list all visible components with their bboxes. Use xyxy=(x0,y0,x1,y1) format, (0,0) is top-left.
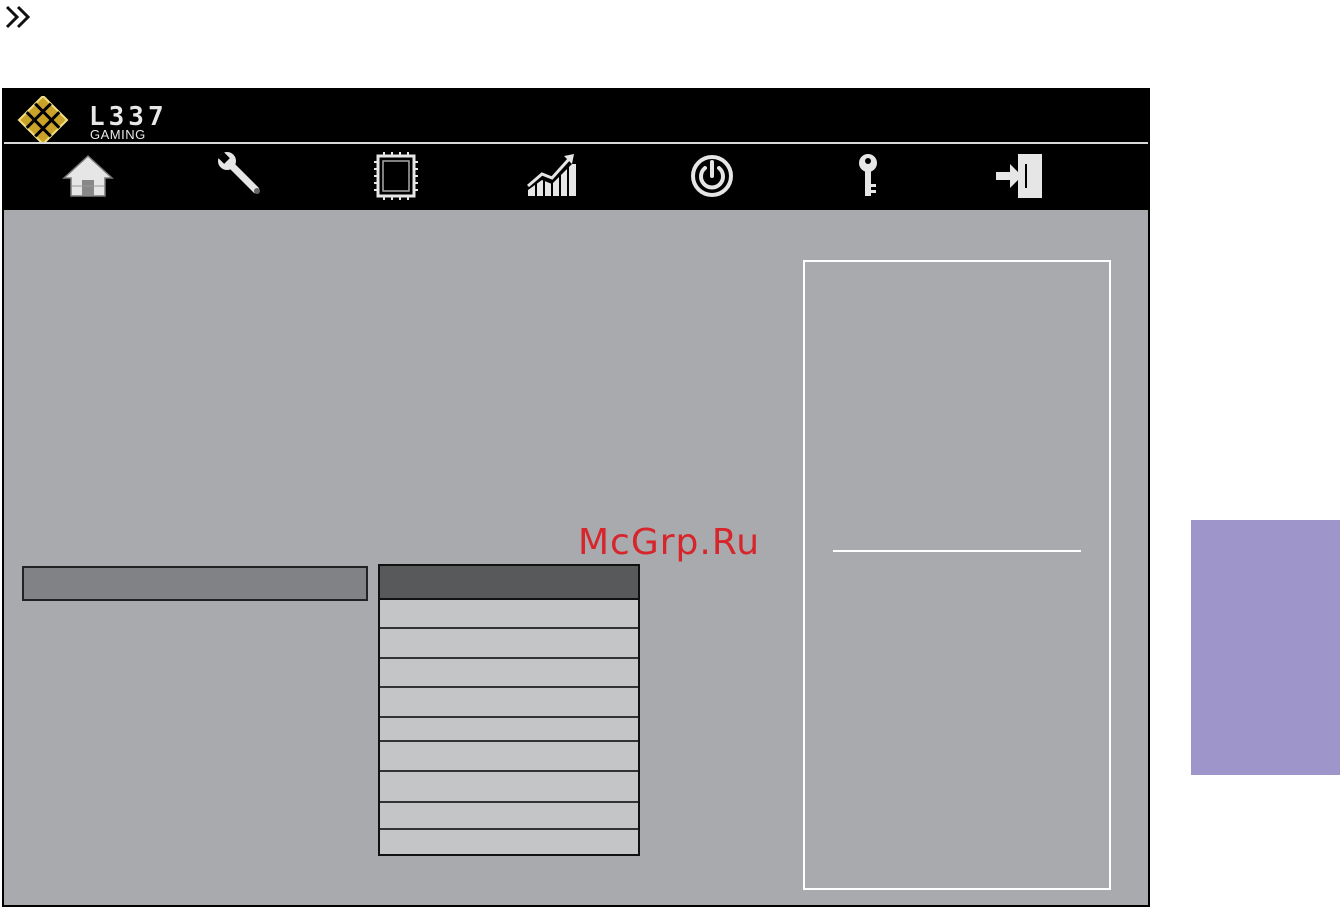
brand-subtitle: GAMING xyxy=(90,127,146,142)
chart-icon xyxy=(527,154,576,196)
nav-power[interactable] xyxy=(684,150,740,202)
selected-option-bar[interactable] xyxy=(22,566,368,601)
list-item[interactable] xyxy=(380,772,638,803)
wrench-icon xyxy=(217,151,260,194)
list-item[interactable] xyxy=(380,600,638,629)
brand-emblem-icon xyxy=(17,94,69,146)
nav-home[interactable] xyxy=(60,150,116,202)
watermark-text: McGrp.Ru xyxy=(578,522,761,563)
side-tab xyxy=(1191,520,1340,775)
help-panel xyxy=(803,260,1111,890)
nav-chipset[interactable] xyxy=(368,150,424,202)
power-icon xyxy=(691,155,733,197)
key-icon xyxy=(859,154,877,196)
list-item[interactable] xyxy=(380,803,638,830)
list-item[interactable] xyxy=(380,742,638,772)
header-bar: L337 GAMING xyxy=(4,90,1148,210)
list-item[interactable] xyxy=(380,659,638,688)
list-item[interactable] xyxy=(380,830,638,854)
list-item[interactable] xyxy=(380,688,638,718)
bios-window: L337 GAMING McGrp.Ru xyxy=(2,88,1150,907)
nav-tools[interactable] xyxy=(214,150,270,202)
list-item[interactable] xyxy=(380,629,638,659)
nav-security[interactable] xyxy=(840,150,896,202)
brand-logo: L337 GAMING xyxy=(9,94,169,146)
list-item[interactable] xyxy=(380,718,638,742)
option-list xyxy=(378,564,640,856)
option-list-header xyxy=(380,566,638,600)
home-icon xyxy=(62,154,114,197)
double-chevron-icon xyxy=(4,4,34,30)
help-divider xyxy=(833,550,1081,552)
nav-exit[interactable] xyxy=(992,150,1048,202)
chip-icon xyxy=(374,152,418,200)
exit-icon xyxy=(996,154,1042,198)
main-menu xyxy=(4,142,1148,210)
nav-performance[interactable] xyxy=(524,150,580,202)
